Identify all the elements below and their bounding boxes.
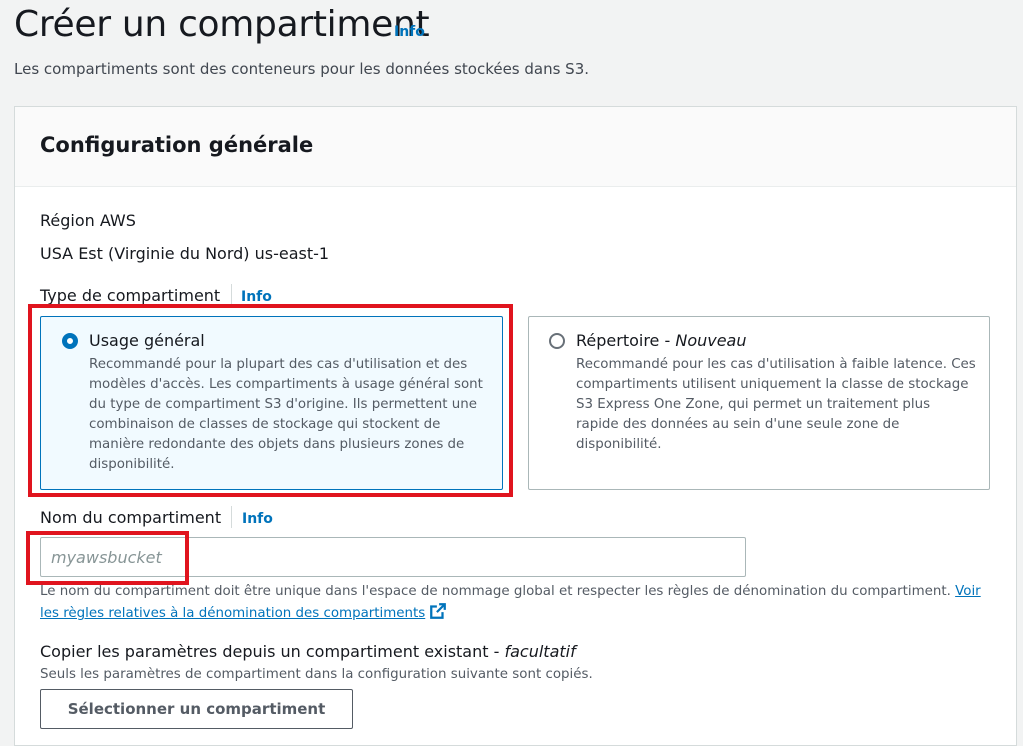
copy-settings-description: Seuls les paramètres de compartiment dan… xyxy=(40,667,593,682)
bucket-name-help: Le nom du compartiment doit être unique … xyxy=(40,584,981,621)
bucket-type-info-link[interactable]: Info xyxy=(241,289,272,305)
panel-title: Configuration générale xyxy=(40,133,314,157)
bucket-name-info-link[interactable]: Info xyxy=(242,511,273,527)
page-title: Créer un compartiment xyxy=(14,4,430,45)
directory-new-badge: Nouveau xyxy=(675,331,747,350)
general-purpose-title: Usage général xyxy=(89,331,205,350)
bucket-type-separator xyxy=(231,284,232,306)
page-description: Les compartiments sont des conteneurs po… xyxy=(14,60,590,78)
external-link-icon xyxy=(430,603,447,619)
directory-title: Répertoire - Nouveau xyxy=(576,331,747,350)
bucket-type-label: Type de compartiment xyxy=(40,286,221,305)
directory-radio[interactable] xyxy=(549,333,565,349)
general-config-panel: Configuration générale Région AWS USA Es… xyxy=(14,106,1017,746)
bucket-name-input[interactable] xyxy=(40,537,746,577)
region-label: Région AWS xyxy=(40,211,136,230)
optional-label: facultatif xyxy=(504,642,576,661)
page-info-link[interactable]: Info xyxy=(394,24,425,40)
bucket-name-label: Nom du compartiment xyxy=(40,508,222,527)
region-value: USA Est (Virginie du Nord) us-east-1 xyxy=(40,244,330,263)
bucket-type-directory-tile[interactable]: Répertoire - Nouveau Recommandé pour les… xyxy=(528,316,990,490)
select-bucket-button[interactable]: Sélectionner un compartiment xyxy=(40,689,353,729)
bucket-type-general-purpose-tile[interactable]: Usage général Recommandé pour la plupart… xyxy=(40,316,503,490)
panel-header: Configuration générale xyxy=(15,107,1016,187)
copy-settings-label: Copier les paramètres depuis un comparti… xyxy=(40,642,576,661)
general-purpose-radio[interactable] xyxy=(62,333,78,349)
bucket-name-separator xyxy=(231,506,232,528)
general-purpose-description: Recommandé pour la plupart des cas d'uti… xyxy=(89,357,483,472)
directory-description: Recommandé pour les cas d'utilisation à … xyxy=(576,357,976,452)
